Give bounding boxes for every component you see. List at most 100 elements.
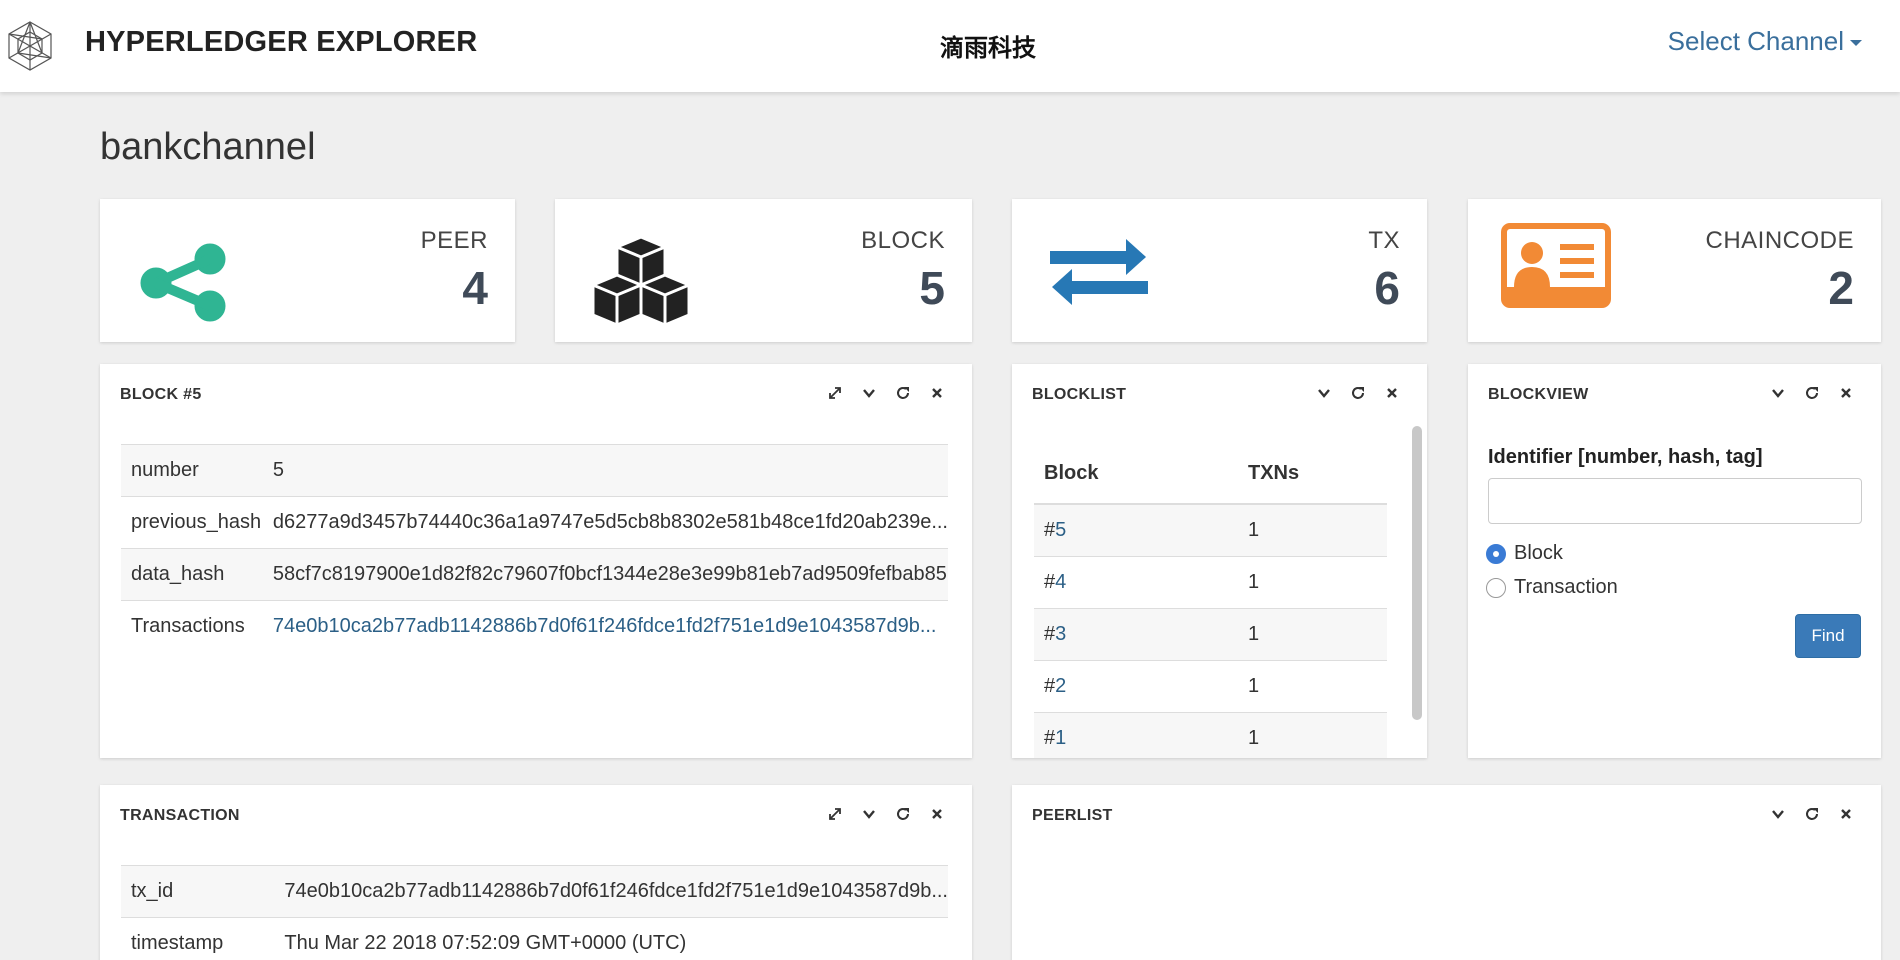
refresh-icon[interactable] <box>1801 382 1823 404</box>
chaincode-count: 2 <box>1828 262 1854 314</box>
hyperledger-logo-icon[interactable] <box>4 20 56 72</box>
chevron-down-icon[interactable] <box>858 803 880 825</box>
table-row[interactable]: #2 1 <box>1034 660 1387 713</box>
field-value: 5 <box>262 444 948 497</box>
hash-prefix: # <box>1044 674 1056 697</box>
table-row: Transactions 74e0b10ca2b77adb1142886b7d0f… <box>121 600 948 653</box>
brand-title[interactable]: HYPERLEDGER EXPLORER <box>85 26 477 59</box>
transaction-panel-title: TRANSACTION <box>120 807 240 824</box>
block-radio[interactable] <box>1486 543 1506 564</box>
panel-toolbar <box>824 382 948 404</box>
peerlist-panel: PEERLIST <box>1012 785 1881 960</box>
txn-count: 1 <box>1238 712 1387 758</box>
transaction-link[interactable]: 74e0b10ca2b77adb1142886b7d0f61f246fdce1f… <box>262 600 948 653</box>
refresh-icon[interactable] <box>892 382 914 404</box>
close-icon[interactable] <box>1835 803 1857 825</box>
table-row: tx_id 74e0b10ca2b77adb1142886b7d0f61f246f… <box>121 865 948 918</box>
table-row[interactable]: #1 1 <box>1034 712 1387 758</box>
blockview-panel: BLOCKVIEW Identifier [number, hash, tag]… <box>1468 364 1881 758</box>
find-button[interactable]: Find <box>1795 614 1861 658</box>
hash-prefix: # <box>1044 518 1056 541</box>
block-radio-option[interactable]: Block <box>1486 542 1563 565</box>
refresh-icon[interactable] <box>1801 803 1823 825</box>
txn-count: 1 <box>1238 660 1387 713</box>
select-channel-dropdown[interactable]: Select Channel <box>1668 26 1862 57</box>
chevron-down-icon[interactable] <box>858 382 880 404</box>
identifier-input[interactable] <box>1488 478 1862 524</box>
id-card-icon <box>1501 223 1611 308</box>
chaincode-label: CHAINCODE <box>1705 227 1854 254</box>
transaction-radio-label: Transaction <box>1514 576 1618 598</box>
expand-icon[interactable] <box>824 382 846 404</box>
company-name: 滴雨科技 <box>940 35 1036 62</box>
txn-count: 1 <box>1238 608 1387 661</box>
block-number-link[interactable]: 1 <box>1055 727 1066 749</box>
txns-column-header: TXNs <box>1238 444 1387 505</box>
block-number-link[interactable]: 2 <box>1055 675 1066 697</box>
chevron-down-icon[interactable] <box>1767 382 1789 404</box>
peer-label: PEER <box>420 227 488 254</box>
panel-toolbar <box>1767 803 1857 825</box>
transaction-radio[interactable] <box>1486 577 1506 598</box>
block-number-link[interactable]: 3 <box>1055 623 1066 645</box>
peer-count: 4 <box>462 262 488 314</box>
peerlist-panel-title: PEERLIST <box>1032 807 1113 824</box>
transaction-radio-option[interactable]: Transaction <box>1486 576 1618 599</box>
close-icon[interactable] <box>1835 382 1857 404</box>
blocklist-panel-title: BLOCKLIST <box>1032 386 1127 403</box>
tx-stat-card: TX 6 <box>1012 199 1427 342</box>
select-channel-label: Select Channel <box>1667 26 1844 56</box>
block-details-table: number 5 previous_hash d6277a9d3457b74440c… <box>121 444 948 653</box>
exchange-arrows-icon <box>1050 239 1148 305</box>
block-number-link[interactable]: 4 <box>1055 571 1066 593</box>
chevron-down-icon[interactable] <box>1313 382 1335 404</box>
expand-icon[interactable] <box>824 803 846 825</box>
peer-stat-card: PEER 4 <box>100 199 515 342</box>
identifier-label: Identifier [number, hash, tag] <box>1488 446 1763 468</box>
tx-label: TX <box>1368 227 1400 254</box>
chevron-down-icon[interactable] <box>1767 803 1789 825</box>
cubes-icon <box>591 235 691 327</box>
scrollbar[interactable] <box>1412 426 1422 720</box>
top-navbar: HYPERLEDGER EXPLORER 滴雨科技 Select Channel <box>0 0 1900 92</box>
page-title: bankchannel <box>100 126 316 168</box>
tx-count: 6 <box>1374 262 1400 314</box>
close-icon[interactable] <box>926 382 948 404</box>
table-row: previous_hash d6277a9d3457b74440c36a1a974… <box>121 496 948 549</box>
block-column-header: Block <box>1034 444 1238 505</box>
table-row[interactable]: #3 1 <box>1034 608 1387 661</box>
block-label: BLOCK <box>861 227 945 254</box>
blockview-panel-title: BLOCKVIEW <box>1488 386 1589 403</box>
table-row[interactable]: #5 1 <box>1034 504 1387 557</box>
field-value: 58cf7c8197900e1d82f82c79607f0bcf1344e28e… <box>262 548 948 601</box>
field-value: d6277a9d3457b74440c36a1a9747e5d5cb8b8302… <box>262 496 948 549</box>
txn-count: 1 <box>1238 504 1387 557</box>
block-count: 5 <box>919 262 945 314</box>
txn-count: 1 <box>1238 556 1387 609</box>
refresh-icon[interactable] <box>892 803 914 825</box>
panel-toolbar <box>1767 382 1857 404</box>
blocklist-table: Block TXNs #5 1 #4 1 #3 1 #2 1 #1 1 <box>1034 444 1387 758</box>
table-header-row: Block TXNs <box>1034 444 1387 505</box>
hash-prefix: # <box>1044 726 1056 749</box>
field-key: timestamp <box>121 917 275 960</box>
chaincode-stat-card: CHAINCODE 2 <box>1468 199 1881 342</box>
field-key: tx_id <box>121 865 275 918</box>
panel-toolbar <box>1313 382 1403 404</box>
field-value: 74e0b10ca2b77adb1142886b7d0f61f246fdce1f… <box>274 865 948 918</box>
hash-prefix: # <box>1044 622 1056 645</box>
close-icon[interactable] <box>1381 382 1403 404</box>
table-row: data_hash 58cf7c8197900e1d82f82c79607f0bc… <box>121 548 948 601</box>
block-stat-card: BLOCK 5 <box>555 199 972 342</box>
table-row: number 5 <box>121 444 948 497</box>
refresh-icon[interactable] <box>1347 382 1369 404</box>
block-number-link[interactable]: 5 <box>1055 519 1066 541</box>
table-row[interactable]: #4 1 <box>1034 556 1387 609</box>
block-panel: BLOCK #5 number 5 previous_hash d6277a9d34… <box>100 364 972 758</box>
field-key: number <box>121 444 263 497</box>
field-key: previous_hash <box>121 496 263 549</box>
close-icon[interactable] <box>926 803 948 825</box>
panel-toolbar <box>824 803 948 825</box>
field-value: Thu Mar 22 2018 07:52:09 GMT+0000 (UTC) <box>274 917 948 960</box>
field-key: Transactions <box>121 600 263 653</box>
